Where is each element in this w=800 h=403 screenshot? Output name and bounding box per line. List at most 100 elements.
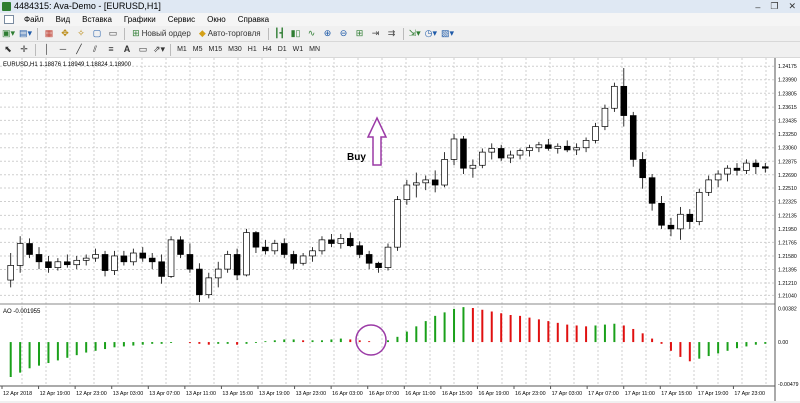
time-tick-label: 13 Apr 23:00 [296,391,327,397]
chart-window[interactable]: EURUSD,H1 1.18876 1.18949 1.18824 1.1890… [0,58,800,401]
terminal-icon[interactable]: ▢ [90,27,104,40]
vertical-line-icon[interactable]: │ [40,43,54,56]
timeframe-m5[interactable]: M5 [190,43,206,56]
zoom-out-icon[interactable]: ⊖ [337,27,351,40]
new-chart-icon[interactable]: ▣▾ [1,27,16,40]
menu-charts[interactable]: Графики [118,15,162,24]
candle-bull [73,259,81,266]
price-tick-label: 1.21580 [778,254,797,260]
candle-bull [743,162,750,171]
menu-insert[interactable]: Вставка [76,15,118,24]
close-button[interactable]: ✕ [788,1,796,12]
candle-bear [752,162,760,168]
candle-bear [545,144,552,149]
chart-canvas[interactable]: EURUSD,H1 1.18876 1.18949 1.18824 1.1890… [0,58,800,401]
candle-bear [667,224,675,230]
restore-button[interactable]: ❐ [770,1,778,12]
document-icon[interactable] [4,15,14,24]
timeframe-h1[interactable]: H1 [245,43,260,56]
candle-bear [328,239,335,244]
trendline-icon[interactable]: ╱ [72,43,86,56]
timeframe-m1[interactable]: M1 [174,43,190,56]
timeframe-d1[interactable]: D1 [275,43,290,56]
new-order-label: Новый ордер [141,29,191,38]
price-tick-label: 1.21040 [778,293,797,299]
text-tool-icon[interactable]: A [120,43,134,56]
periods-icon[interactable]: ◷▾ [424,27,438,40]
candle-bull [111,255,118,271]
tile-windows-icon[interactable]: ⊞ [353,27,367,40]
candle-bull [469,164,477,169]
horizontal-line-icon[interactable]: ─ [56,43,70,56]
time-tick-label: 17 Apr 23:00 [734,391,765,397]
timeframe-mn[interactable]: MN [306,43,323,56]
standard-toolbar: ▣▾ ▤▾ ▦ ✥ ✧ ▢ ▭ ⊞ Новый ордер ◆ Авто-тор… [0,26,800,42]
crosshair-icon[interactable]: ✛ [17,43,31,56]
minimize-button[interactable]: – [755,2,760,12]
indicators-icon[interactable]: ⇲▾ [408,27,422,40]
channel-icon[interactable]: ⫽ [88,43,102,56]
candle-bull [337,238,345,244]
menu-tools[interactable]: Сервис [162,15,201,24]
timeframe-w1[interactable]: W1 [290,43,307,56]
candle-bear [733,167,741,171]
title-bar: 4484315: Ava-Demo - [EURUSD,H1] – ❐ ✕ [0,0,800,14]
candlestick-icon[interactable]: ▮▯ [289,27,303,40]
candle-bear [375,262,382,268]
cursor-icon[interactable]: ⬉ [1,43,15,56]
candle-bear [431,179,439,186]
arrows-icon[interactable]: ⇗▾ [152,43,166,56]
candle-bull [82,257,90,261]
candle-bull [403,184,411,200]
time-tick-label: 13 Apr 19:00 [259,391,290,397]
candle-bear [497,148,505,159]
candle-bear [158,261,165,277]
new-order-button[interactable]: ⊞ Новый ордер [129,27,194,40]
tester-icon[interactable]: ▭ [106,27,120,40]
candle-bull [724,167,731,175]
candle-bear [262,246,269,252]
candle-bear [101,254,109,271]
candle-bull [299,255,307,264]
candle-bear [139,252,147,259]
templates-icon[interactable]: ▧▾ [440,27,455,40]
time-tick-label: 17 Apr 19:00 [698,391,729,397]
market-watch-icon[interactable]: ▦ [42,27,56,40]
timeframe-h4[interactable]: H4 [260,43,275,56]
candle-bear [686,213,694,222]
chart-shift-icon[interactable]: ⇥ [369,27,383,40]
candle-bull [271,243,279,252]
time-tick-label: 13 Apr 03:00 [113,391,144,397]
candle-bull [167,239,175,277]
zoom-in-icon[interactable]: ⊕ [321,27,335,40]
time-tick-label: 13 Apr 11:00 [186,391,216,397]
candle-bear [196,268,203,296]
timeframe-m30[interactable]: M30 [225,43,245,56]
fibonacci-icon[interactable]: ≡ [104,43,118,56]
timeframe-m15[interactable]: M15 [206,43,226,56]
menu-bar: Файл Вид Вставка Графики Сервис Окно Спр… [0,13,800,26]
chart-header: EURUSD,H1 1.18876 1.18949 1.18824 1.1890… [3,62,132,68]
profiles-icon[interactable]: ▤▾ [18,27,33,40]
navigator-icon[interactable]: ✧ [74,27,88,40]
data-window-icon[interactable]: ✥ [58,27,72,40]
candle-bull [205,277,213,296]
auto-scroll-icon[interactable]: ⇉ [385,27,399,40]
auto-trading-icon: ◆ [198,28,206,38]
candle-bull [243,232,250,276]
app-icon [2,2,11,11]
menu-help[interactable]: Справка [232,15,275,24]
candle-bear [762,166,769,169]
text-label-icon[interactable]: ▭ [136,43,150,56]
time-tick-label: 17 Apr 15:00 [661,391,692,397]
menu-file[interactable]: Файл [18,15,50,24]
menu-view[interactable]: Вид [50,15,76,24]
candle-bear [629,115,637,160]
line-chart-icon[interactable]: ∿ [305,27,319,40]
menu-window[interactable]: Окно [201,15,232,24]
time-tick-label: 12 Apr 23:00 [76,391,107,397]
price-tick-label: 1.22510 [778,186,797,192]
time-tick-label: 17 Apr 03:00 [552,391,583,397]
bar-chart-icon[interactable]: ┃┫ [273,27,287,40]
auto-trading-button[interactable]: ◆ Авто-торговля [196,27,264,40]
